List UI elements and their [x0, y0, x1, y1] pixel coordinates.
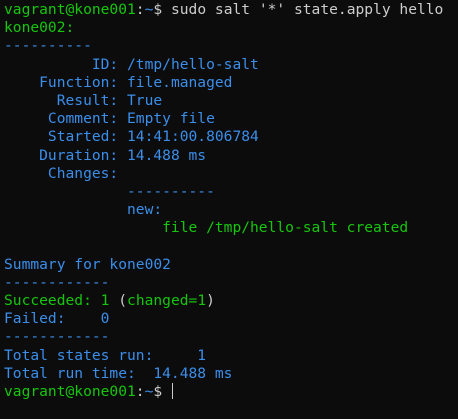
state-id-row: ID: /tmp/hello-salt	[4, 56, 458, 74]
prompt-separator: :	[135, 1, 145, 18]
state-function-row: Function: file.managed	[4, 74, 458, 92]
state-function-value: file.managed	[127, 73, 233, 91]
state-comment-row: Comment: Empty file	[4, 110, 458, 128]
state-result-row: Result: True	[4, 92, 458, 110]
state-function-label: Function:	[4, 73, 128, 91]
state-duration-label: Duration:	[4, 146, 128, 164]
state-new-value: file /tmp/hello-salt created	[4, 219, 409, 237]
state-started-row: Started: 14:41:00.806784	[4, 128, 458, 146]
summary-rule-bottom: ------------	[4, 328, 110, 346]
state-new-label: new:	[4, 201, 163, 219]
minion-rule: ----------	[4, 37, 92, 55]
state-id-label: ID:	[4, 55, 128, 73]
prompt-symbol: $	[153, 1, 163, 18]
state-comment-value: Empty file	[127, 110, 215, 128]
command-text: sudo salt '*' state.apply hello	[162, 1, 444, 18]
prompt-separator: :	[135, 382, 145, 400]
state-result-value: True	[127, 91, 163, 109]
prompt-line[interactable]: vagrant@kone001:~$	[4, 382, 458, 401]
state-changes-rule: ----------	[4, 182, 215, 200]
summary-rule-top: ------------	[4, 273, 110, 291]
state-id-value: /tmp/hello-salt	[127, 55, 259, 73]
prompt-symbol: $	[153, 382, 163, 400]
summary-total-states: Total states run: 1	[4, 346, 207, 364]
summary-succeeded-row: Succeeded: 1 (changed=1)	[4, 292, 458, 310]
state-comment-label: Comment:	[4, 110, 128, 128]
state-started-value: 14:41:00.806784	[127, 128, 259, 146]
state-started-label: Started:	[4, 128, 128, 146]
summary-title: Summary for kone002	[4, 255, 171, 273]
summary-paren-close: )	[206, 292, 215, 309]
summary-total-time: Total run time: 14.488 ms	[4, 364, 233, 382]
state-duration-row: Duration: 14.488 ms	[4, 147, 458, 165]
text-cursor	[171, 382, 174, 399]
state-changes-label: Changes:	[4, 164, 128, 182]
summary-succeeded-label: Succeeded: 1	[4, 292, 119, 309]
state-duration-value: 14.488 ms	[127, 146, 207, 164]
terminal-window[interactable]: vagrant@kone001:~$ sudo salt '*' state.a…	[0, 0, 458, 419]
state-result-label: Result:	[4, 91, 128, 109]
summary-paren-open: (	[118, 292, 128, 309]
prompt-user-host: vagrant@kone001	[4, 382, 136, 400]
command-line: vagrant@kone001:~$ sudo salt '*' state.a…	[4, 1, 458, 19]
prompt-user-host: vagrant@kone001	[4, 1, 136, 18]
minion-name: kone002:	[4, 19, 75, 37]
summary-failed: Failed: 0	[4, 310, 110, 328]
summary-changed-count: changed=1	[127, 292, 207, 309]
